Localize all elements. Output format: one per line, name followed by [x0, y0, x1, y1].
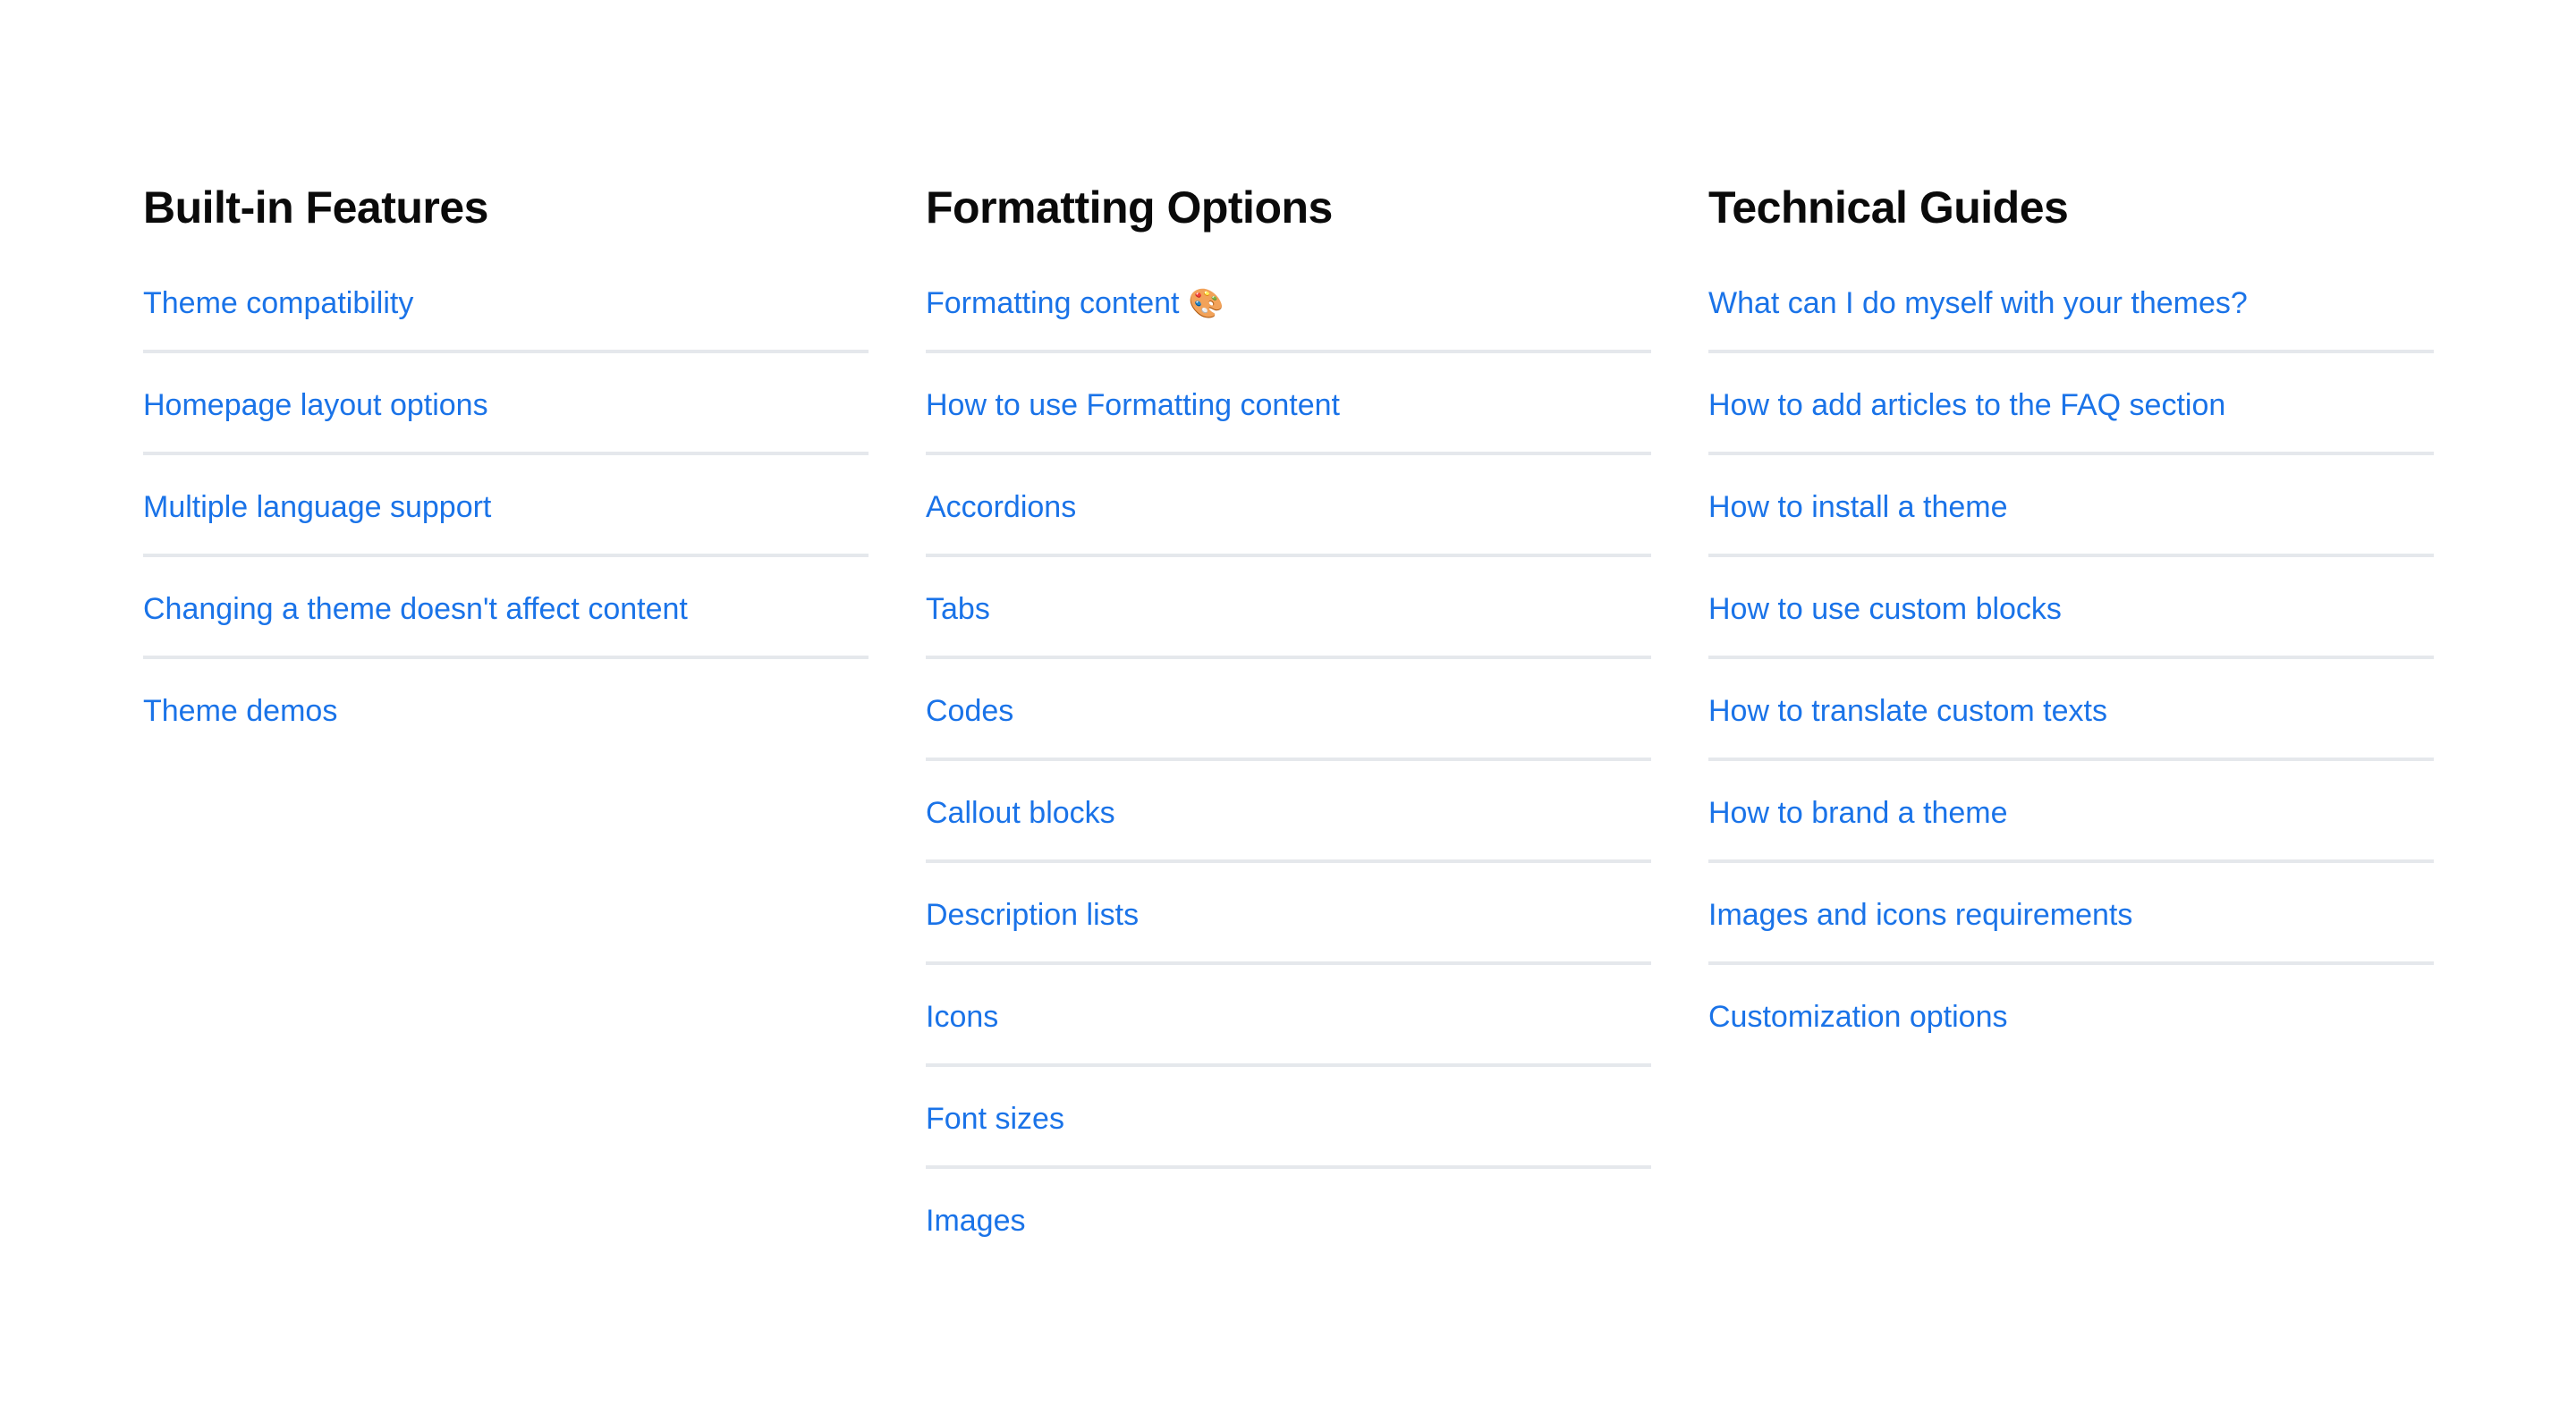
category-title: Formatting Options	[926, 182, 1333, 233]
article-link[interactable]: Codes	[926, 693, 1013, 729]
list-item: Changing a theme doesn't affect content	[143, 557, 869, 659]
category-title: Technical Guides	[1708, 182, 2069, 233]
article-categories: Built-in Features Theme compatibility Ho…	[143, 179, 2434, 1267]
article-list: Theme compatibility Homepage layout opti…	[143, 251, 869, 758]
list-item: Description lists	[926, 863, 1651, 965]
category-built-in-features: Built-in Features Theme compatibility Ho…	[143, 179, 869, 1267]
article-link[interactable]: How to brand a theme	[1708, 795, 2008, 831]
list-item: Images	[926, 1169, 1651, 1267]
article-link[interactable]: How to translate custom texts	[1708, 693, 2107, 729]
list-item: Codes	[926, 659, 1651, 761]
list-item: Tabs	[926, 557, 1651, 659]
article-link-formatting-content[interactable]: Formatting content 🎨	[926, 285, 1224, 321]
article-link[interactable]: What can I do myself with your themes?	[1708, 285, 2248, 321]
list-item: Font sizes	[926, 1067, 1651, 1169]
category-formatting-options: Formatting Options Formatting content 🎨 H…	[926, 179, 1651, 1267]
list-item: Formatting content 🎨	[926, 251, 1651, 353]
list-item: Images and icons requirements	[1708, 863, 2434, 965]
article-link[interactable]: How to install a theme	[1708, 489, 2008, 525]
list-item: How to add articles to the FAQ section	[1708, 353, 2434, 455]
article-link[interactable]: Customization options	[1708, 999, 2008, 1035]
list-item: What can I do myself with your themes?	[1708, 251, 2434, 353]
article-link[interactable]: Images and icons requirements	[1708, 897, 2132, 933]
article-link[interactable]: How to use custom blocks	[1708, 591, 2062, 627]
article-link[interactable]: How to add articles to the FAQ section	[1708, 387, 2225, 423]
article-link[interactable]: Homepage layout options	[143, 387, 488, 423]
list-item: Theme demos	[143, 659, 869, 758]
article-link[interactable]: Multiple language support	[143, 489, 491, 525]
list-item: Callout blocks	[926, 761, 1651, 863]
list-item: How to translate custom texts	[1708, 659, 2434, 761]
list-item: How to use Formatting content	[926, 353, 1651, 455]
artist-palette-icon: 🎨	[1188, 287, 1224, 319]
article-link[interactable]: How to use Formatting content	[926, 387, 1340, 423]
article-list: What can I do myself with your themes? H…	[1708, 251, 2434, 1063]
article-link[interactable]: Font sizes	[926, 1101, 1064, 1137]
category-technical-guides: Technical Guides What can I do myself wi…	[1708, 179, 2434, 1267]
list-item: Customization options	[1708, 965, 2434, 1063]
list-item: Accordions	[926, 455, 1651, 557]
list-item: How to install a theme	[1708, 455, 2434, 557]
article-list: Formatting content 🎨 How to use Formattin…	[926, 251, 1651, 1267]
list-item: Icons	[926, 965, 1651, 1067]
article-link[interactable]: Callout blocks	[926, 795, 1115, 831]
article-link[interactable]: Images	[926, 1203, 1026, 1239]
article-link[interactable]: Theme demos	[143, 693, 337, 729]
article-link[interactable]: Icons	[926, 999, 998, 1035]
category-title: Built-in Features	[143, 182, 488, 233]
article-link-label: Formatting content	[926, 286, 1180, 320]
list-item: Homepage layout options	[143, 353, 869, 455]
list-item: Theme compatibility	[143, 251, 869, 353]
list-item: Multiple language support	[143, 455, 869, 557]
article-link[interactable]: Accordions	[926, 489, 1076, 525]
article-link[interactable]: Theme compatibility	[143, 285, 413, 321]
article-link[interactable]: Tabs	[926, 591, 990, 627]
article-link[interactable]: Description lists	[926, 897, 1139, 933]
list-item: How to use custom blocks	[1708, 557, 2434, 659]
article-link[interactable]: Changing a theme doesn't affect content	[143, 591, 688, 627]
list-item: How to brand a theme	[1708, 761, 2434, 863]
